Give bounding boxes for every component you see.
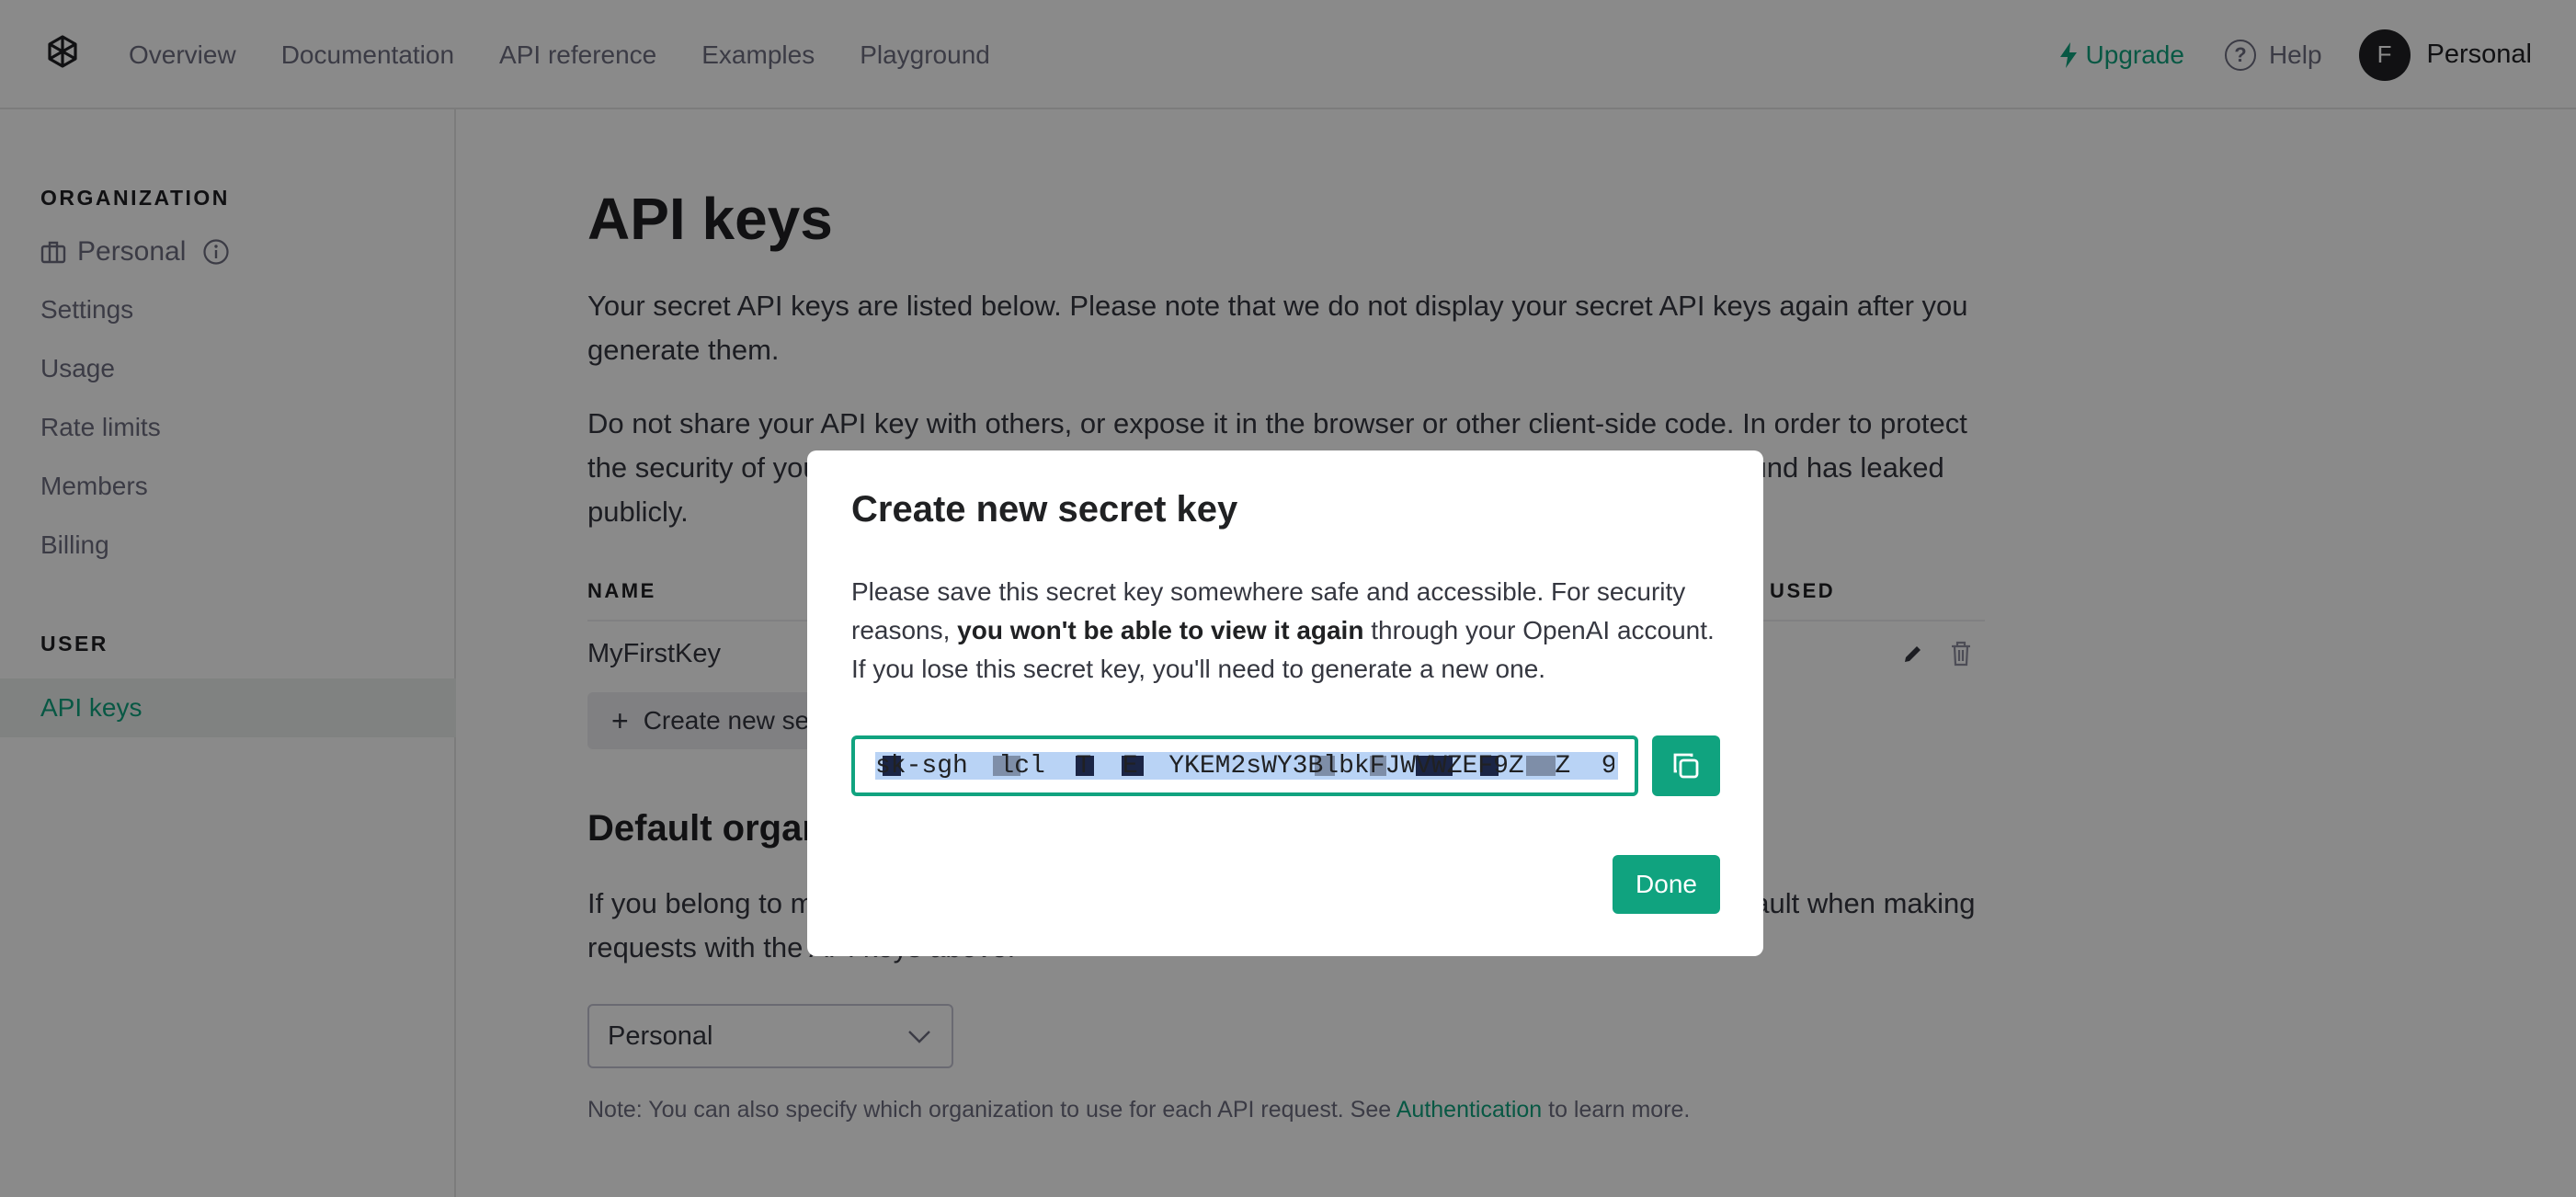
modal-body-bold: you won't be able to view it again: [957, 616, 1364, 644]
secret-key-field[interactable]: [851, 735, 1638, 796]
modal-body-text: Please save this secret key somewhere sa…: [851, 573, 1725, 689]
secret-key-input[interactable]: [855, 739, 1635, 792]
create-secret-key-modal: Create new secret key Please save this s…: [807, 450, 1763, 956]
copy-button[interactable]: [1652, 735, 1720, 796]
copy-icon: [1673, 753, 1699, 779]
done-button[interactable]: Done: [1613, 855, 1720, 914]
modal-title: Create new secret key: [851, 489, 1238, 530]
